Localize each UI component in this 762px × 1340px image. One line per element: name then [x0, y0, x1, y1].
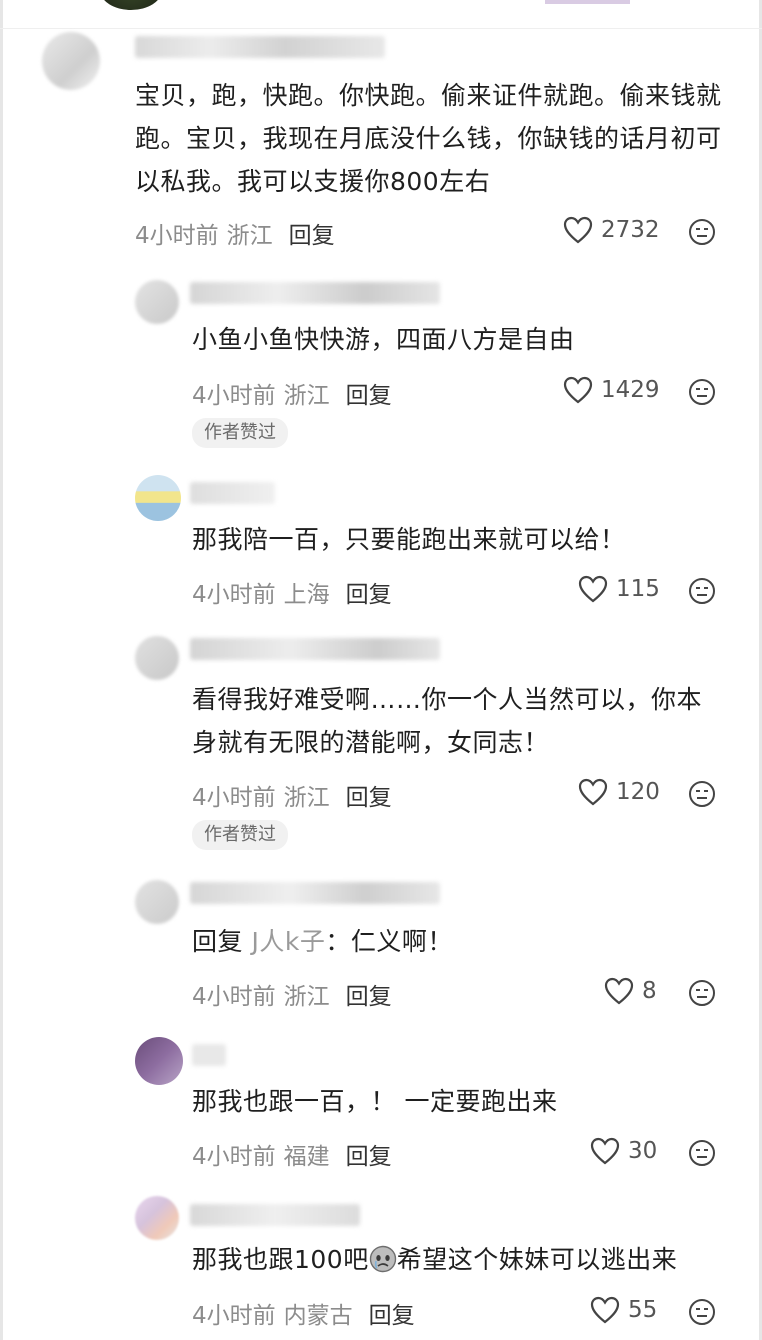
reply-prefix: 回复	[192, 927, 244, 956]
avatar[interactable]	[135, 1037, 183, 1085]
like-button[interactable]: 30	[590, 1137, 657, 1165]
comment-text: 那我也跟一百，！ 一定要跑出来	[192, 1087, 558, 1116]
comment-text: 回复 J人k子：仁义啊！	[192, 920, 722, 963]
heart-icon	[563, 216, 593, 244]
like-count: 120	[616, 779, 660, 805]
like-button[interactable]: 120	[578, 778, 660, 806]
comment-meta: 4小时前 浙江 回复	[135, 216, 335, 250]
heart-icon	[578, 778, 608, 806]
comment-text: 那我陪一百，只要能跑出来就可以给！	[192, 525, 626, 554]
avatar[interactable]	[135, 280, 179, 324]
avatar[interactable]	[135, 636, 179, 680]
heart-icon	[563, 376, 593, 404]
comment-time: 4小时前	[192, 984, 276, 1010]
comment-meta: 4小时前 浙江 回复	[192, 977, 392, 1011]
reply-button[interactable]: 回复	[289, 223, 335, 249]
like-count: 1429	[601, 377, 660, 403]
comment-time: 4小时前	[192, 582, 276, 608]
divider	[0, 28, 762, 29]
comment-meta: 4小时前 福建 回复	[192, 1137, 392, 1171]
reply-button[interactable]: 回复	[346, 785, 392, 811]
username-blurred[interactable]	[190, 282, 440, 304]
crying-face-icon	[369, 1245, 396, 1273]
like-button[interactable]: 115	[578, 575, 660, 603]
avatar[interactable]	[135, 880, 179, 924]
username-blurred[interactable]	[135, 36, 385, 58]
username-blurred[interactable]	[190, 1204, 360, 1226]
comment-location: 上海	[283, 582, 330, 608]
dislike-icon[interactable]	[688, 378, 716, 406]
reply-button[interactable]: 回复	[346, 582, 392, 608]
username-blurred[interactable]	[190, 482, 275, 504]
comment-location: 内蒙古	[283, 1303, 353, 1329]
header-divider	[545, 0, 630, 4]
comment-location: 浙江	[226, 223, 273, 249]
comment-location: 福建	[283, 1144, 330, 1170]
dislike-icon[interactable]	[688, 1298, 716, 1326]
comment-meta: 4小时前 上海 回复	[192, 575, 392, 609]
comment-meta: 4小时前 浙江 回复	[192, 376, 392, 410]
reply-button[interactable]: 回复	[369, 1303, 415, 1329]
like-button[interactable]: 55	[590, 1296, 657, 1324]
comment-location: 浙江	[283, 785, 330, 811]
username-blurred[interactable]	[192, 1044, 226, 1066]
username-blurred[interactable]	[190, 882, 440, 904]
comment-time: 4小时前	[192, 1303, 276, 1329]
like-count: 8	[642, 978, 657, 1004]
avatar[interactable]	[100, 0, 162, 10]
dislike-icon[interactable]	[688, 577, 716, 605]
comment-time: 4小时前	[192, 785, 276, 811]
comment-meta: 4小时前 浙江 回复	[192, 778, 392, 812]
left-border	[0, 0, 3, 1340]
like-count: 2732	[601, 217, 660, 243]
like-button[interactable]: 1429	[563, 376, 660, 404]
comment-text-part: 希望这个妹妹可以逃出来	[396, 1245, 678, 1274]
like-button[interactable]: 8	[604, 977, 657, 1005]
reply-button[interactable]: 回复	[346, 383, 392, 409]
dislike-icon[interactable]	[688, 780, 716, 808]
author-liked-badge: 作者赞过	[192, 418, 288, 448]
comment-text: 那我也跟100吧 希望这个妹妹可以逃出来	[192, 1238, 732, 1281]
avatar[interactable]	[42, 32, 100, 90]
comment-feed: 宝贝，跑，快跑。你快跑。偷来证件就跑。偷来钱就跑。宝贝，我现在月底没什么钱，你缺…	[0, 0, 762, 1340]
comment-location: 浙江	[283, 383, 330, 409]
like-count: 115	[616, 576, 660, 602]
comment-location: 浙江	[283, 984, 330, 1010]
like-button[interactable]: 2732	[563, 216, 660, 244]
reply-text: ：仁义啊！	[325, 927, 453, 956]
comment-text: 小鱼小鱼快快游，四面八方是自由	[192, 325, 575, 354]
reply-button[interactable]: 回复	[346, 984, 392, 1010]
heart-icon	[590, 1296, 620, 1324]
dislike-icon[interactable]	[688, 979, 716, 1007]
heart-icon	[604, 977, 634, 1005]
avatar[interactable]	[135, 1196, 179, 1240]
username-blurred[interactable]	[190, 638, 440, 660]
reply-button[interactable]: 回复	[346, 1144, 392, 1170]
dislike-icon[interactable]	[688, 1139, 716, 1167]
like-count: 55	[628, 1297, 658, 1323]
dislike-icon[interactable]	[688, 218, 716, 246]
heart-icon	[590, 1137, 620, 1165]
avatar[interactable]	[135, 475, 181, 521]
comment-time: 4小时前	[192, 1144, 276, 1170]
comment-time: 4小时前	[192, 383, 276, 409]
comment-meta: 4小时前 内蒙古 回复	[192, 1296, 415, 1330]
comment-time: 4小时前	[135, 223, 219, 249]
like-count: 30	[628, 1138, 658, 1164]
author-liked-badge: 作者赞过	[192, 820, 288, 850]
comment-text: 看得我好难受啊……你一个人当然可以，你本身就有无限的潜能啊，女同志！	[192, 685, 703, 757]
comment-text-part: 那我也跟100吧	[192, 1245, 369, 1274]
comment-text: 宝贝，跑，快跑。你快跑。偷来证件就跑。偷来钱就跑。宝贝，我现在月底没什么钱，你缺…	[135, 81, 722, 196]
heart-icon	[578, 575, 608, 603]
reply-to-username[interactable]: J人k子	[251, 927, 325, 956]
